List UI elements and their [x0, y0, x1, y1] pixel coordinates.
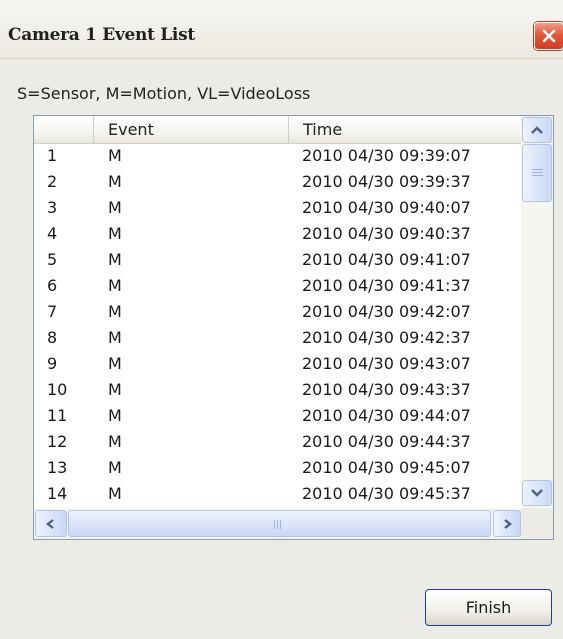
table-row[interactable]: 5 M 2010 04/30 09:41:07 — [34, 247, 521, 273]
table-row[interactable]: 7 M 2010 04/30 09:42:07 — [34, 299, 521, 325]
row-time-cell: 2010 04/30 09:42:37 — [302, 328, 471, 347]
scroll-left-button[interactable] — [35, 510, 67, 537]
column-header-time[interactable]: Time — [289, 116, 521, 143]
grip-line — [532, 175, 543, 176]
horizontal-scroll-thumb[interactable] — [68, 510, 491, 537]
row-index-cell: 4 — [47, 224, 58, 243]
horizontal-scrollbar[interactable] — [34, 508, 521, 539]
table-row[interactable]: 10 M 2010 04/30 09:43:37 — [34, 377, 521, 403]
event-list-table[interactable]: Event Time 1 M 2010 04/30 09:39:07 2 M 2010 0… — [33, 115, 554, 540]
row-event-cell: M — [108, 146, 122, 165]
vertical-scrollbar[interactable] — [521, 116, 553, 508]
row-index-cell: 14 — [47, 484, 68, 503]
row-index-cell: 13 — [47, 458, 68, 477]
row-index-cell: 9 — [47, 354, 58, 373]
row-index-cell: 3 — [47, 198, 58, 217]
row-index-cell: 5 — [47, 250, 58, 269]
row-index-cell: 11 — [47, 406, 68, 425]
table-row[interactable]: 14 M 2010 04/30 09:45:37 — [34, 481, 521, 507]
scrollbar-corner — [521, 508, 553, 539]
column-header-event[interactable]: Event — [94, 116, 289, 143]
window-title: Camera 1 Event List — [8, 25, 195, 45]
row-time-cell: 2010 04/30 09:40:37 — [302, 224, 471, 243]
scroll-up-button[interactable] — [522, 117, 552, 143]
table-row[interactable]: 6 M 2010 04/30 09:41:37 — [34, 273, 521, 299]
row-time-cell: 2010 04/30 09:43:07 — [302, 354, 471, 373]
row-event-cell: M — [108, 224, 122, 243]
arrow-left-icon — [46, 518, 54, 529]
row-event-cell: M — [108, 198, 122, 217]
row-event-cell: M — [108, 328, 122, 347]
grip-line — [532, 169, 543, 170]
row-time-cell: 2010 04/30 09:44:07 — [302, 406, 471, 425]
table-body: 1 M 2010 04/30 09:39:07 2 M 2010 04/30 09:39:… — [34, 143, 521, 507]
row-time-cell: 2010 04/30 09:40:07 — [302, 198, 471, 217]
event-list-window: Camera 1 Event List S=Sensor, M=Motion, … — [0, 0, 563, 639]
row-index-cell: 12 — [47, 432, 68, 451]
vertical-scroll-thumb[interactable] — [522, 144, 552, 202]
row-event-cell: M — [108, 484, 122, 503]
grip-line — [532, 172, 543, 173]
table-row[interactable]: 11 M 2010 04/30 09:44:07 — [34, 403, 521, 429]
table-row[interactable]: 2 M 2010 04/30 09:39:37 — [34, 169, 521, 195]
table-row[interactable]: 1 M 2010 04/30 09:39:07 — [34, 143, 521, 169]
scroll-right-button[interactable] — [493, 510, 521, 537]
row-index-cell: 1 — [47, 146, 58, 165]
row-event-cell: M — [108, 432, 122, 451]
row-index-cell: 6 — [47, 276, 58, 295]
table-row[interactable]: 3 M 2010 04/30 09:40:07 — [34, 195, 521, 221]
row-time-cell: 2010 04/30 09:41:07 — [302, 250, 471, 269]
row-time-cell: 2010 04/30 09:41:37 — [302, 276, 471, 295]
row-event-cell: M — [108, 250, 122, 269]
row-event-cell: M — [108, 172, 122, 191]
arrow-up-icon — [531, 126, 543, 134]
row-index-cell: 7 — [47, 302, 58, 321]
row-time-cell: 2010 04/30 09:44:37 — [302, 432, 471, 451]
row-event-cell: M — [108, 380, 122, 399]
row-index-cell: 8 — [47, 328, 58, 347]
row-time-cell: 2010 04/30 09:45:37 — [302, 484, 471, 503]
event-type-legend: S=Sensor, M=Motion, VL=VideoLoss — [17, 84, 311, 103]
grip-line — [277, 520, 278, 529]
row-time-cell: 2010 04/30 09:43:37 — [302, 380, 471, 399]
finish-button[interactable]: Finish — [425, 589, 552, 626]
title-bar[interactable]: Camera 1 Event List — [0, 0, 563, 59]
close-x-icon — [542, 29, 556, 43]
table-row[interactable]: 8 M 2010 04/30 09:42:37 — [34, 325, 521, 351]
row-time-cell: 2010 04/30 09:42:07 — [302, 302, 471, 321]
column-header-index[interactable] — [34, 116, 94, 143]
row-time-cell: 2010 04/30 09:39:07 — [302, 146, 471, 165]
table-row[interactable]: 9 M 2010 04/30 09:43:07 — [34, 351, 521, 377]
table-row[interactable]: 4 M 2010 04/30 09:40:37 — [34, 221, 521, 247]
row-event-cell: M — [108, 354, 122, 373]
row-event-cell: M — [108, 302, 122, 321]
row-time-cell: 2010 04/30 09:45:07 — [302, 458, 471, 477]
arrow-down-icon — [531, 489, 543, 497]
row-time-cell: 2010 04/30 09:39:37 — [302, 172, 471, 191]
grip-line — [280, 520, 281, 529]
table-row[interactable]: 13 M 2010 04/30 09:45:07 — [34, 455, 521, 481]
table-row[interactable]: 12 M 2010 04/30 09:44:37 — [34, 429, 521, 455]
row-event-cell: M — [108, 276, 122, 295]
close-button[interactable] — [534, 22, 563, 50]
row-event-cell: M — [108, 406, 122, 425]
table-header: Event Time — [34, 116, 521, 144]
row-event-cell: M — [108, 458, 122, 477]
grip-line — [274, 520, 275, 529]
scroll-down-button[interactable] — [522, 480, 552, 506]
arrow-right-icon — [504, 518, 512, 529]
row-index-cell: 2 — [47, 172, 58, 191]
row-index-cell: 10 — [47, 380, 68, 399]
